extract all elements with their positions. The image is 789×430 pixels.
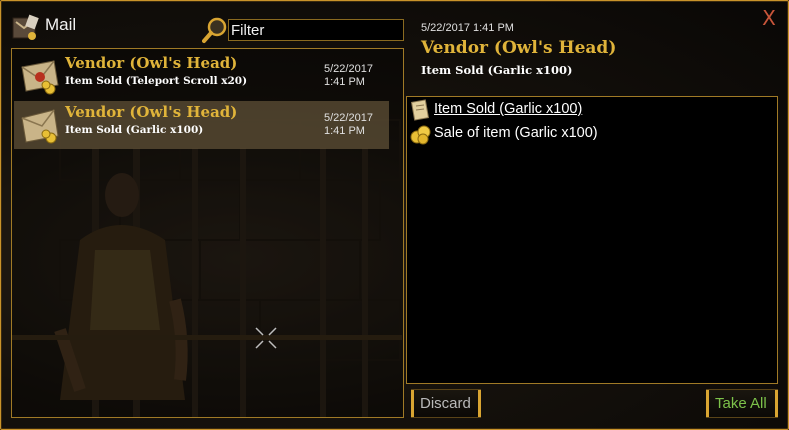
message-sender: Vendor (Owl's Head) <box>65 103 238 121</box>
search-icon <box>202 17 227 43</box>
discard-button[interactable]: Discard <box>411 389 481 418</box>
gold-coins-icon <box>410 125 431 145</box>
attachment-label[interactable]: Item Sold (Garlic x100) <box>434 101 582 117</box>
list-item-selected[interactable]: Vendor (Owl's Head) Item Sold (Garlic x1… <box>14 101 389 149</box>
message-subject: Item Sold (Teleport Scroll x20) <box>65 75 248 87</box>
message-date: 5/22/2017 <box>324 63 373 75</box>
message-time: 1:41 PM <box>324 125 365 137</box>
envelope-open-icon <box>21 109 59 144</box>
message-subject: Item Sold (Garlic x100) <box>65 124 204 136</box>
filter-input[interactable] <box>228 19 404 41</box>
window-title: Mail <box>45 15 77 34</box>
attachment-item[interactable]: Item Sold (Garlic x100) <box>409 99 769 121</box>
message-sender: Vendor (Owl's Head) <box>65 54 238 72</box>
attachment-item[interactable]: Sale of item (Garlic x100) <box>409 123 769 145</box>
detail-datetime: 5/22/2017 1:41 PM <box>421 22 514 34</box>
detail-sender: Vendor (Owl's Head) <box>421 38 617 58</box>
list-item[interactable]: Vendor (Owl's Head) Item Sold (Teleport … <box>14 52 389 100</box>
title-bar: Mail X <box>0 0 789 46</box>
message-date: 5/22/2017 <box>324 112 373 124</box>
crosshair-icon <box>255 327 277 349</box>
take-all-button[interactable]: Take All <box>706 389 778 418</box>
mail-list: Vendor (Owl's Head) Item Sold (Teleport … <box>11 48 404 418</box>
close-button[interactable]: X <box>759 8 779 28</box>
attachments-panel: Item Sold (Garlic x100) Sale of item (Ga… <box>406 96 778 384</box>
envelope-icon <box>21 60 59 95</box>
message-time: 1:41 PM <box>324 76 365 88</box>
attachment-label[interactable]: Sale of item (Garlic x100) <box>434 125 598 141</box>
mail-window-icon <box>12 14 39 40</box>
scroll-icon <box>410 99 430 121</box>
detail-subject: Item Sold (Garlic x100) <box>421 63 573 77</box>
